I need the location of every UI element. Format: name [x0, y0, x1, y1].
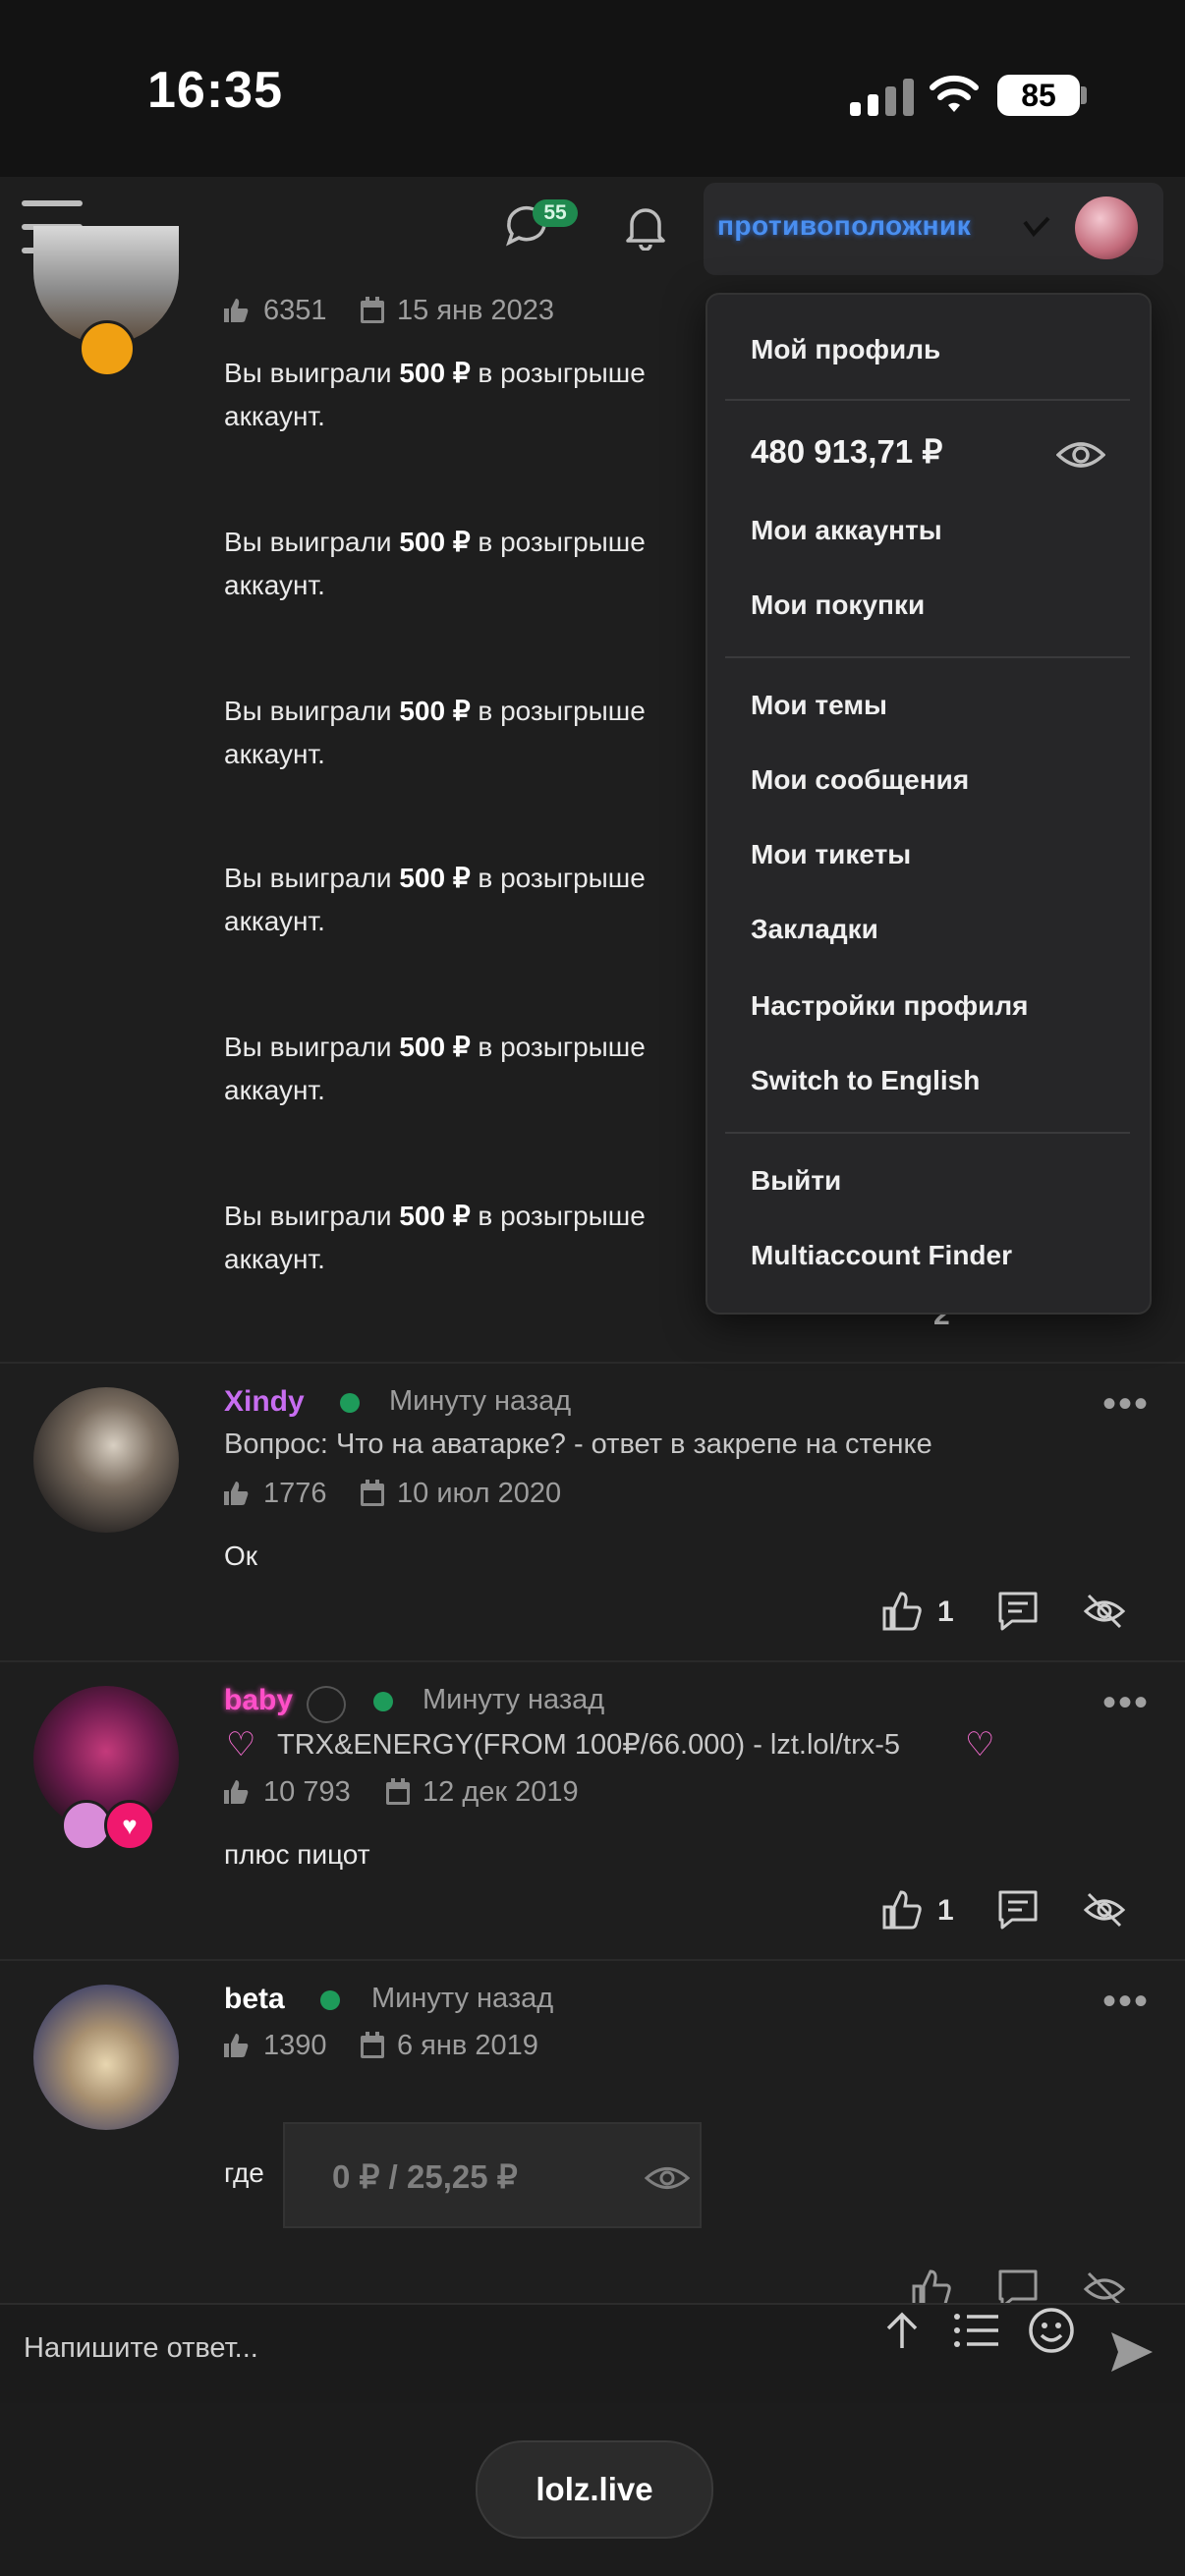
post1-line: Вы выиграли 500 ₽ в розыгрыше аккаунт.	[224, 527, 646, 600]
post4-time: Минуту назад	[371, 1983, 554, 2014]
reply-input[interactable]: Напишите ответ...	[24, 2332, 258, 2365]
post4-avatar[interactable]	[33, 1985, 179, 2130]
hide-icon[interactable]	[1083, 1590, 1126, 1633]
post3-user-icon	[307, 1686, 346, 1723]
menu-my-messages[interactable]: Мои сообщения	[751, 764, 969, 796]
menu-logout[interactable]: Выйти	[751, 1165, 841, 1197]
header-username[interactable]: противоположник	[717, 210, 971, 242]
reply-icon[interactable]	[996, 1590, 1040, 1633]
online-indicator	[373, 1692, 393, 1711]
post1-date: 15 янв 2023	[397, 295, 555, 326]
post3-date: 12 дек 2019	[423, 1776, 579, 1808]
menu-my-tickets[interactable]: Мои тикеты	[751, 839, 911, 870]
menu-multiaccount-finder[interactable]: Multiaccount Finder	[751, 1240, 1012, 1271]
post2-like-icon	[224, 1482, 249, 1505]
post1-like-icon	[224, 299, 249, 322]
heart-left-icon: ♡	[226, 1726, 256, 1764]
heart-right-icon: ♡	[965, 1726, 995, 1764]
status-time: 16:35	[147, 62, 283, 119]
hide-icon[interactable]	[1083, 1888, 1126, 1932]
post1-rank-icon	[79, 320, 136, 377]
cellular-signal-icon	[850, 77, 919, 116]
post1-line: Вы выиграли 500 ₽ в розыгрыше аккаунт.	[224, 1032, 646, 1105]
post1-likes: 6351	[263, 295, 327, 326]
menu-my-purchases[interactable]: Мои покупки	[751, 589, 925, 621]
post4-date: 6 янв 2019	[397, 2030, 538, 2061]
arrow-up-icon[interactable]	[880, 2309, 924, 2352]
post1-line: Вы выиграли 500 ₽ в розыгрыше аккаунт.	[224, 696, 646, 769]
post1-line: Вы выиграли 500 ₽ в розыгрыше аккаунт.	[224, 358, 646, 431]
messages-badge: 55	[533, 199, 578, 227]
post3-text: плюс пицот	[224, 1839, 370, 1870]
menu-my-threads[interactable]: Мои темы	[751, 690, 887, 721]
like-icon[interactable]	[880, 1590, 924, 1633]
post1-line: Вы выиграли 500 ₽ в розыгрыше аккаунт.	[224, 1201, 646, 1274]
address-bar[interactable]: lolz.live	[476, 2440, 713, 2539]
post4-more-button[interactable]: •••	[1102, 1982, 1150, 2021]
post2-text: Ок	[224, 1540, 258, 1571]
post2-username[interactable]: Xindy	[224, 1385, 305, 1419]
post4-like-icon	[224, 2034, 249, 2057]
online-indicator	[340, 1393, 360, 1413]
post4-username[interactable]: beta	[224, 1983, 285, 2016]
post3-like-icon	[224, 1780, 249, 1804]
emoji-icon[interactable]	[1028, 2307, 1075, 2354]
post2-avatar[interactable]	[33, 1387, 179, 1533]
menu-bookmarks[interactable]: Закладки	[751, 914, 878, 945]
post3-reaction-count: 1	[937, 1894, 954, 1927]
post2-status: Вопрос: Что на аватарке? - ответ в закре…	[224, 1428, 932, 1460]
send-icon[interactable]	[1108, 2328, 1156, 2376]
post3-status: TRX&ENERGY(FROM 100₽/66.000) - lzt.lol/t…	[277, 1729, 901, 1761]
bell-icon[interactable]	[621, 201, 670, 251]
post2-likes: 1776	[263, 1478, 327, 1509]
post3-time: Минуту назад	[423, 1684, 605, 1715]
post4-image-text: 0 ₽ / 25,25 ₽	[332, 2158, 518, 2195]
battery-indicator: 85	[997, 75, 1080, 116]
post3-calendar-icon	[386, 1778, 410, 1805]
post2-reaction-count: 1	[937, 1596, 954, 1628]
like-icon[interactable]	[880, 1888, 924, 1932]
header-avatar[interactable]	[1075, 196, 1138, 259]
post-divider	[0, 1959, 1185, 1961]
post4-calendar-icon	[361, 2032, 384, 2058]
wifi-icon	[930, 75, 979, 112]
post-divider	[0, 1362, 1185, 1364]
post2-calendar-icon	[361, 1480, 384, 1506]
menu-separator	[725, 1132, 1130, 1134]
post2-time: Минуту назад	[389, 1385, 572, 1417]
post1-line: Вы выиграли 500 ₽ в розыгрыше аккаунт.	[224, 863, 646, 936]
post3-more-button[interactable]: •••	[1102, 1683, 1150, 1722]
post3-likes: 10 793	[263, 1776, 351, 1808]
menu-separator	[725, 399, 1130, 401]
post-divider	[0, 1660, 1185, 1662]
menu-my-accounts[interactable]: Мои аккаунты	[751, 515, 942, 546]
post4-likes: 1390	[263, 2030, 327, 2061]
post3-username[interactable]: baby	[224, 1684, 293, 1717]
online-indicator	[320, 1990, 340, 2010]
user-badge-icon	[1023, 216, 1050, 238]
menu-switch-language[interactable]: Switch to English	[751, 1065, 980, 1096]
eye-icon[interactable]	[1056, 435, 1105, 475]
menu-profile-settings[interactable]: Настройки профиля	[751, 990, 1028, 1022]
post2-more-button[interactable]: •••	[1102, 1384, 1150, 1424]
post2-date: 10 июл 2020	[397, 1478, 562, 1509]
image-eye-icon	[645, 2167, 690, 2189]
heart-badge-icon: ♥	[104, 1800, 155, 1851]
post1-calendar-icon	[361, 297, 384, 323]
reply-icon[interactable]	[996, 1888, 1040, 1932]
menu-balance[interactable]: 480 913,71 ₽	[751, 432, 942, 471]
list-icon[interactable]	[953, 2311, 1000, 2350]
menu-my-profile[interactable]: Мой профиль	[751, 334, 940, 365]
post4-text: где	[224, 2157, 264, 2188]
battery-tip	[1081, 86, 1087, 104]
menu-separator	[725, 656, 1130, 658]
